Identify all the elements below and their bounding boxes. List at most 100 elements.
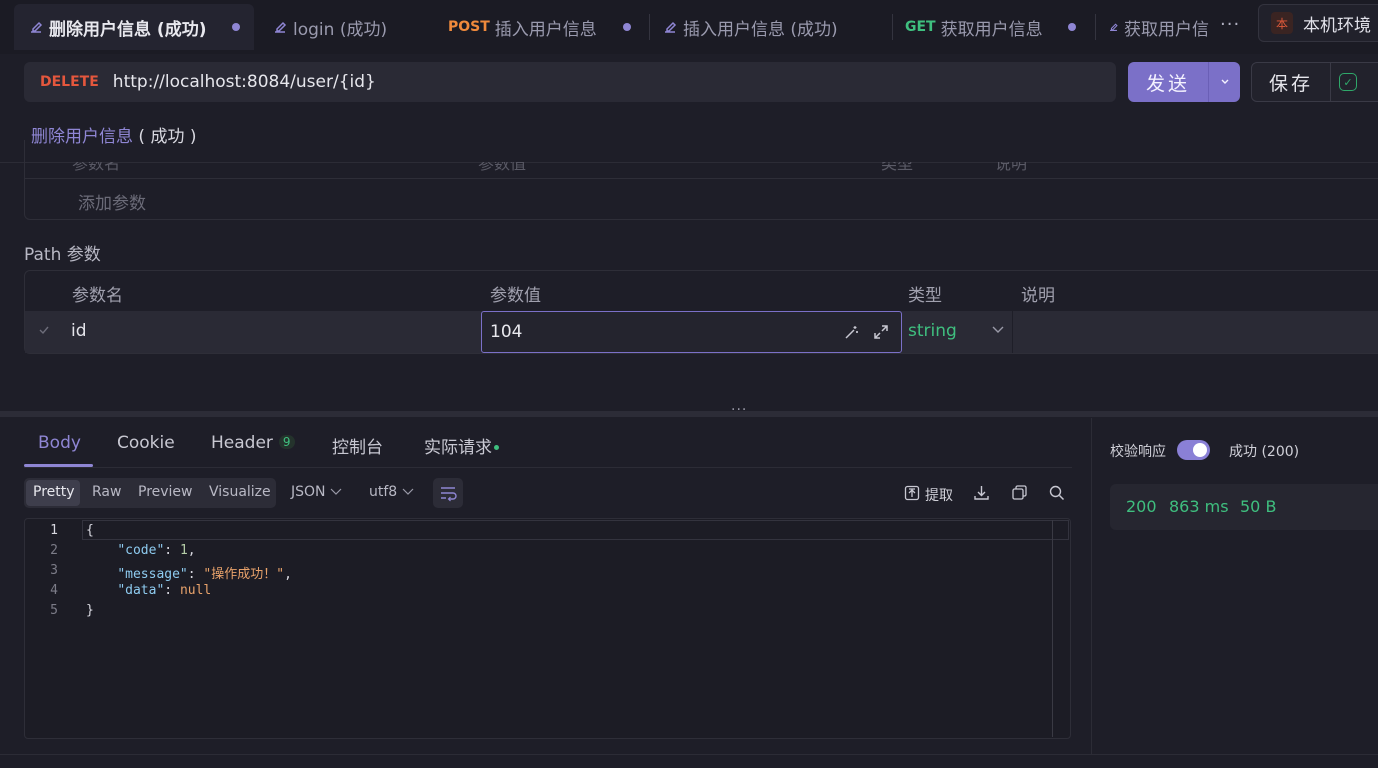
tab-actual-request-label: 实际请求 xyxy=(424,438,492,458)
request-tab-bar: 删除用户信息 (成功) login (成功) POST 插入用户信息 插入用户信… xyxy=(0,0,1378,54)
encoding-select[interactable]: utf8 xyxy=(369,484,414,500)
line-number: 5 xyxy=(50,603,58,618)
unsaved-dot xyxy=(232,23,240,31)
row-enabled-checkbox[interactable] xyxy=(38,324,50,338)
panel-divider xyxy=(1091,418,1092,754)
response-size: 50 B xyxy=(1240,497,1277,516)
json-key: "code" xyxy=(117,543,165,558)
chevron-down-icon xyxy=(330,488,342,495)
chevron-down-icon xyxy=(402,488,414,495)
send-options-button[interactable] xyxy=(1209,76,1240,89)
more-tabs-button[interactable]: ··· xyxy=(1220,14,1240,35)
expand-icon[interactable] xyxy=(873,324,889,340)
tab-label: 获取用户信 xyxy=(1124,19,1209,40)
chevron-down-icon[interactable] xyxy=(991,325,1005,335)
tab-label: 删除用户信息 (成功) xyxy=(49,19,207,40)
tab-label: login (成功) xyxy=(293,19,388,40)
tab-header[interactable]: Header 9 xyxy=(211,433,295,453)
method-selector[interactable]: DELETE xyxy=(40,74,99,90)
copy-icon[interactable] xyxy=(1011,484,1028,501)
send-button[interactable]: 发送 xyxy=(1128,69,1208,96)
cell-divider xyxy=(1012,311,1013,353)
path-header-type: 类型 xyxy=(908,286,942,306)
download-icon[interactable] xyxy=(973,484,990,501)
response-time: 863 ms xyxy=(1169,497,1229,516)
path-header-value: 参数值 xyxy=(490,286,541,306)
environment-badge: 本 xyxy=(1271,12,1293,34)
extract-icon[interactable] xyxy=(904,485,920,501)
unsaved-dot xyxy=(1068,23,1076,31)
json-value: null xyxy=(179,583,212,598)
format-visualize[interactable]: Visualize xyxy=(209,484,271,500)
param-value-input[interactable]: 104 xyxy=(481,311,902,353)
tab-actual-request[interactable]: 实际请求 xyxy=(424,433,499,458)
validate-response-label: 校验响应 xyxy=(1110,444,1166,460)
language-value: JSON xyxy=(291,484,326,500)
request-icon xyxy=(1110,23,1118,31)
encoding-value: utf8 xyxy=(369,484,398,500)
format-preview[interactable]: Preview xyxy=(138,484,193,500)
active-line-highlight xyxy=(82,520,1069,540)
tab-label: 插入用户信息 xyxy=(494,19,597,40)
editor-scrollbar[interactable] xyxy=(1052,520,1053,737)
tab-console[interactable]: 控制台 xyxy=(332,433,383,458)
query-params-table xyxy=(24,140,1378,220)
tab-login[interactable]: login (成功) xyxy=(258,4,438,50)
header-count-badge: 9 xyxy=(278,435,295,449)
path-params-title: Path 参数 xyxy=(24,245,101,265)
tab-get-user-success[interactable]: 获取用户信 xyxy=(1094,4,1209,50)
method-badge: POST xyxy=(448,19,490,35)
search-icon[interactable] xyxy=(1048,484,1065,501)
pane-splitter[interactable] xyxy=(0,411,1378,417)
language-select[interactable]: JSON xyxy=(291,484,342,500)
tab-label: 获取用户信息 xyxy=(940,19,1043,40)
code-line: "data": null xyxy=(117,583,212,598)
code-line: { xyxy=(86,523,94,538)
extract-button[interactable]: 提取 xyxy=(925,485,953,505)
save-button[interactable]: 保存 xyxy=(1252,69,1330,96)
url-bar[interactable]: DELETE http://localhost:8084/user/{id} xyxy=(24,62,1116,102)
tab-delete-user[interactable]: 删除用户信息 (成功) xyxy=(14,4,254,50)
tab-get-user[interactable]: GET 获取用户信息 xyxy=(891,4,1091,50)
param-type-select[interactable]: string xyxy=(908,321,957,341)
request-icon xyxy=(665,21,677,33)
send-button-group: 发送 xyxy=(1128,62,1240,102)
add-query-param-input[interactable]: 添加参数 xyxy=(78,189,146,214)
tab-body[interactable]: Body xyxy=(38,433,81,453)
param-name-cell[interactable]: id xyxy=(71,321,87,341)
line-number: 4 xyxy=(50,583,58,598)
format-raw[interactable]: Raw xyxy=(92,484,121,500)
validation-result-select[interactable]: 成功 (200) xyxy=(1229,441,1299,461)
splitter-handle[interactable]: ··· xyxy=(731,402,747,418)
path-header-desc: 说明 xyxy=(1021,286,1055,306)
chevron-down-icon xyxy=(1221,79,1228,84)
word-wrap-button[interactable] xyxy=(433,478,463,508)
tab-insert-user-success[interactable]: 插入用户信息 (成功) xyxy=(648,4,888,50)
param-value-text: 104 xyxy=(490,322,523,342)
wrap-icon xyxy=(441,487,457,502)
line-number: 3 xyxy=(50,563,58,578)
format-pretty[interactable]: Pretty xyxy=(33,484,75,500)
method-badge: GET xyxy=(905,19,936,35)
code-line: "code": 1, xyxy=(117,543,196,558)
check-icon xyxy=(39,326,49,335)
environment-selector[interactable]: 本 本机环境 xyxy=(1258,4,1378,42)
json-key: "data" xyxy=(117,583,165,598)
json-value: "操作成功！" xyxy=(203,567,285,582)
request-icon xyxy=(275,21,287,33)
json-value: 1 xyxy=(179,543,188,558)
tab-post-insert-user[interactable]: POST 插入用户信息 xyxy=(434,4,644,50)
line-number: 1 xyxy=(50,523,58,538)
status-code: 200 xyxy=(1126,497,1157,516)
status-dot xyxy=(494,445,499,450)
magic-wand-icon[interactable] xyxy=(844,324,860,340)
tab-header-label: Header xyxy=(211,433,273,453)
save-divider xyxy=(1330,63,1331,101)
json-comma: , xyxy=(187,543,196,558)
save-button-group: 保存 ✓ xyxy=(1251,62,1378,102)
validate-response-toggle[interactable] xyxy=(1177,440,1210,460)
check-icon[interactable]: ✓ xyxy=(1339,73,1357,91)
url-input[interactable]: http://localhost:8084/user/{id} xyxy=(113,72,376,92)
code-line: "message": "操作成功！", xyxy=(117,567,292,582)
tab-cookie[interactable]: Cookie xyxy=(117,433,175,453)
